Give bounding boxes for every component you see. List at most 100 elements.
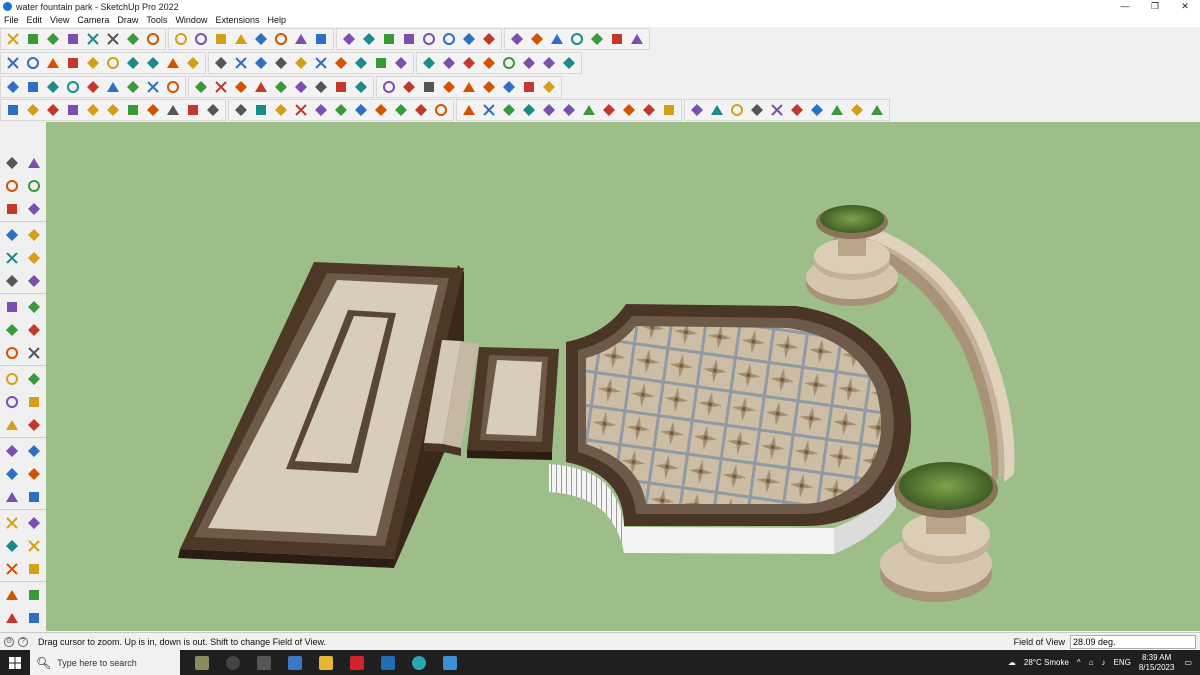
round-corner-button[interactable]	[123, 77, 143, 97]
extrude-by-rails-button[interactable]	[727, 100, 747, 120]
profile-builder-button[interactable]	[519, 100, 539, 120]
rectangle-button[interactable]	[83, 29, 103, 49]
volume-icon[interactable]: ♪	[1102, 658, 1106, 667]
arc-button[interactable]	[63, 29, 83, 49]
lss-toolbar-button[interactable]	[767, 100, 787, 120]
menu-edit[interactable]: Edit	[27, 15, 43, 25]
soften-edges-button[interactable]	[331, 100, 351, 120]
notification-icon[interactable]: ▭	[1184, 658, 1192, 667]
scale-button[interactable]	[1, 390, 23, 413]
curve-button[interactable]	[43, 77, 63, 97]
offset-button[interactable]	[211, 29, 231, 49]
instructor-button[interactable]	[351, 100, 371, 120]
wall-button[interactable]	[379, 77, 399, 97]
arc-button[interactable]	[1, 295, 23, 318]
make-component-button[interactable]	[1, 197, 23, 220]
materials-button[interactable]	[391, 100, 411, 120]
dimension-button[interactable]	[23, 413, 45, 436]
lock-button[interactable]	[103, 100, 123, 120]
menu-help[interactable]: Help	[267, 15, 286, 25]
axes-button[interactable]	[1, 462, 23, 485]
scenes-button[interactable]	[251, 100, 271, 120]
make-group-button[interactable]	[163, 100, 183, 120]
bottom-view-button[interactable]	[123, 53, 143, 73]
zoom-window-button[interactable]	[23, 511, 45, 534]
meet-now-icon[interactable]	[186, 650, 217, 675]
look-around-button[interactable]	[23, 557, 45, 580]
quad-face-button[interactable]	[659, 100, 679, 120]
component-button[interactable]	[547, 29, 567, 49]
extrude-button[interactable]	[143, 77, 163, 97]
pan-button[interactable]	[23, 485, 45, 508]
sandbox-from-scratch-button[interactable]	[23, 606, 45, 629]
paint-bucket-button[interactable]	[271, 29, 291, 49]
menu-tools[interactable]: Tools	[146, 15, 167, 25]
lattice-button[interactable]	[211, 77, 231, 97]
follow-me-button[interactable]	[23, 367, 45, 390]
walk-button[interactable]	[1, 583, 23, 606]
account-button[interactable]	[439, 29, 459, 49]
scale-button[interactable]	[191, 29, 211, 49]
weather-text[interactable]: 28°C Smoke	[1024, 658, 1069, 667]
railing-button[interactable]	[311, 77, 331, 97]
help-icon[interactable]: ?	[18, 636, 28, 647]
eraser-button[interactable]	[499, 53, 519, 73]
menu-view[interactable]: View	[50, 15, 69, 25]
pan-button[interactable]	[311, 29, 331, 49]
orbit-button[interactable]	[1, 485, 23, 508]
section-plane-button[interactable]	[379, 29, 399, 49]
tags-button[interactable]	[371, 100, 391, 120]
zoom-button[interactable]	[1, 511, 23, 534]
position-camera-button[interactable]	[1, 557, 23, 580]
measurements-input[interactable]: 28.09 deg.	[1070, 635, 1196, 649]
tape-measure-button[interactable]	[231, 29, 251, 49]
sweep-button[interactable]	[191, 77, 211, 97]
fillet-button[interactable]	[519, 53, 539, 73]
tray-chevron-icon[interactable]: ^	[1077, 658, 1081, 667]
rotate-button[interactable]	[171, 29, 191, 49]
smoove-button[interactable]	[163, 53, 183, 73]
menu-file[interactable]: File	[4, 15, 19, 25]
3d-text-button[interactable]	[23, 462, 45, 485]
headset-icon[interactable]	[217, 650, 248, 675]
push-pull-button[interactable]	[103, 29, 123, 49]
clock[interactable]: 8:39 AM 8/15/2023	[1139, 653, 1175, 673]
protractor-button[interactable]	[507, 29, 527, 49]
file-explorer-icon[interactable]	[310, 650, 341, 675]
move-button[interactable]	[1, 341, 23, 364]
layers-button[interactable]	[399, 29, 419, 49]
orbit-button[interactable]	[291, 29, 311, 49]
match-photo-button[interactable]	[311, 100, 331, 120]
weather-icon[interactable]: ☁	[1008, 658, 1016, 667]
round-button[interactable]	[599, 100, 619, 120]
three-point-arc-button[interactable]	[23, 318, 45, 341]
curviloft-button[interactable]	[579, 100, 599, 120]
patio-button[interactable]	[479, 77, 499, 97]
subtract-button[interactable]	[371, 53, 391, 73]
material-button[interactable]	[559, 53, 579, 73]
acrobat-icon[interactable]	[341, 650, 372, 675]
menu-window[interactable]: Window	[175, 15, 207, 25]
select-arrow-button[interactable]	[1, 151, 23, 174]
edge-icon[interactable]	[403, 650, 434, 675]
tape-measure-button[interactable]	[1, 413, 23, 436]
plant-button[interactable]	[539, 77, 559, 97]
text-button[interactable]	[251, 29, 271, 49]
edge-tools-button[interactable]	[847, 100, 867, 120]
language-indicator[interactable]: ENG	[1114, 658, 1131, 667]
entity-info-button[interactable]	[231, 100, 251, 120]
solid-inspector-button[interactable]	[479, 100, 499, 120]
outliner-button[interactable]	[203, 100, 223, 120]
fredo-tools-button[interactable]	[539, 100, 559, 120]
task-view-icon[interactable]	[248, 650, 279, 675]
menu-draw[interactable]: Draw	[117, 15, 138, 25]
protractor-button[interactable]	[1, 439, 23, 462]
zoom-extents-button[interactable]	[359, 29, 379, 49]
soften-button[interactable]	[23, 100, 43, 120]
draw-along-button[interactable]	[827, 100, 847, 120]
explode-button[interactable]	[143, 100, 163, 120]
curve-shortcut-button[interactable]	[867, 100, 887, 120]
fence-button[interactable]	[439, 77, 459, 97]
iso-view-button[interactable]	[3, 53, 23, 73]
styles-panel-button[interactable]	[431, 100, 451, 120]
